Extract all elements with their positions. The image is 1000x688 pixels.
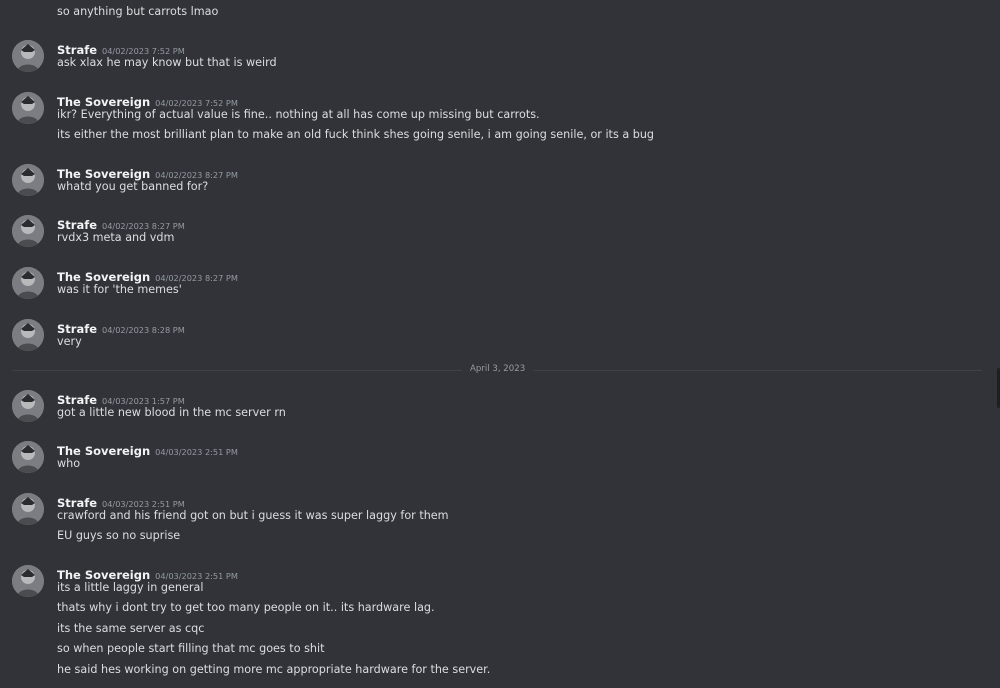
message-text: EU guys so no suprise: [57, 529, 181, 542]
user-avatar-icon[interactable]: [12, 215, 44, 247]
message-text: was it for 'the memes': [57, 283, 182, 296]
timestamp: 04/02/2023 8:28 PM: [102, 325, 185, 335]
message-header: The Sovereign 04/03/2023 2:51 PM: [57, 440, 238, 458]
timestamp: 04/03/2023 2:51 PM: [155, 447, 238, 457]
user-avatar-icon[interactable]: [12, 164, 44, 196]
username[interactable]: The Sovereign: [57, 568, 150, 582]
message-header: The Sovereign 04/03/2023 2:51 PM: [57, 564, 238, 582]
message-header: Strafe 04/02/2023 8:28 PM: [57, 318, 185, 336]
timestamp: 04/03/2023 1:57 PM: [102, 396, 185, 406]
user-avatar-icon[interactable]: [12, 92, 44, 124]
username[interactable]: Strafe: [57, 496, 97, 510]
user-avatar-icon[interactable]: [12, 441, 44, 473]
username[interactable]: The Sovereign: [57, 270, 150, 284]
username[interactable]: The Sovereign: [57, 167, 150, 181]
message-header: The Sovereign 04/02/2023 8:27 PM: [57, 266, 238, 284]
message-text: its the same server as cqc: [57, 622, 205, 635]
username[interactable]: Strafe: [57, 43, 97, 57]
message-text: its either the most brilliant plan to ma…: [57, 128, 655, 141]
timestamp: 04/02/2023 7:52 PM: [102, 46, 185, 56]
user-avatar-icon[interactable]: [12, 40, 44, 72]
timestamp: 04/03/2023 2:51 PM: [155, 571, 238, 581]
chat-messages: so anything but carrots lmao Strafe 04/02…: [0, 0, 1000, 688]
user-avatar-icon[interactable]: [12, 565, 44, 597]
message-header: Strafe 04/03/2023 2:51 PM: [57, 492, 185, 510]
timestamp: 04/02/2023 8:27 PM: [155, 170, 238, 180]
message-header: The Sovereign 04/02/2023 8:27 PM: [57, 163, 238, 181]
message-text: ikr? Everything of actual value is fine.…: [57, 108, 540, 121]
message-text: crawford and his friend got on but i gue…: [57, 509, 449, 522]
username[interactable]: Strafe: [57, 218, 97, 232]
message-text: its a little laggy in general: [57, 581, 204, 594]
message-header: Strafe 04/02/2023 8:27 PM: [57, 214, 185, 232]
message-header: Strafe 04/03/2023 1:57 PM: [57, 389, 185, 407]
user-avatar-icon[interactable]: [12, 267, 44, 299]
message-text: got a little new blood in the mc server …: [57, 406, 286, 419]
timestamp: 04/03/2023 2:51 PM: [102, 499, 185, 509]
message-header: The Sovereign 04/02/2023 7:52 PM: [57, 91, 238, 109]
message-text: ask xlax he may know but that is weird: [57, 56, 277, 69]
username[interactable]: Strafe: [57, 393, 97, 407]
timestamp: 04/02/2023 8:27 PM: [102, 221, 185, 231]
message-text: thats why i dont try to get too many peo…: [57, 601, 435, 614]
username[interactable]: The Sovereign: [57, 444, 150, 458]
timestamp: 04/02/2023 7:52 PM: [155, 98, 238, 108]
message-text: very: [57, 335, 82, 348]
user-avatar-icon[interactable]: [12, 390, 44, 422]
username[interactable]: The Sovereign: [57, 95, 150, 109]
timestamp: 04/02/2023 8:27 PM: [155, 273, 238, 283]
user-avatar-icon[interactable]: [12, 493, 44, 525]
user-avatar-icon[interactable]: [12, 319, 44, 351]
message-text: so when people start filling that mc goe…: [57, 642, 325, 655]
message-text: rvdx3 meta and vdm: [57, 231, 175, 244]
message-text: whatd you get banned for?: [57, 180, 209, 193]
message-header: Strafe 04/02/2023 7:52 PM: [57, 39, 185, 57]
message-text: who: [57, 457, 81, 470]
message-text: so anything but carrots lmao: [57, 5, 219, 18]
date-divider-label: April 3, 2023: [462, 364, 534, 374]
username[interactable]: Strafe: [57, 322, 97, 336]
message-text: he said hes working on getting more mc a…: [57, 663, 491, 676]
